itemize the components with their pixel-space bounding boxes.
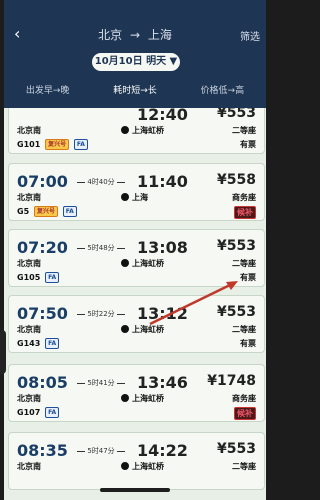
annotation-arrow-icon xyxy=(149,281,238,326)
